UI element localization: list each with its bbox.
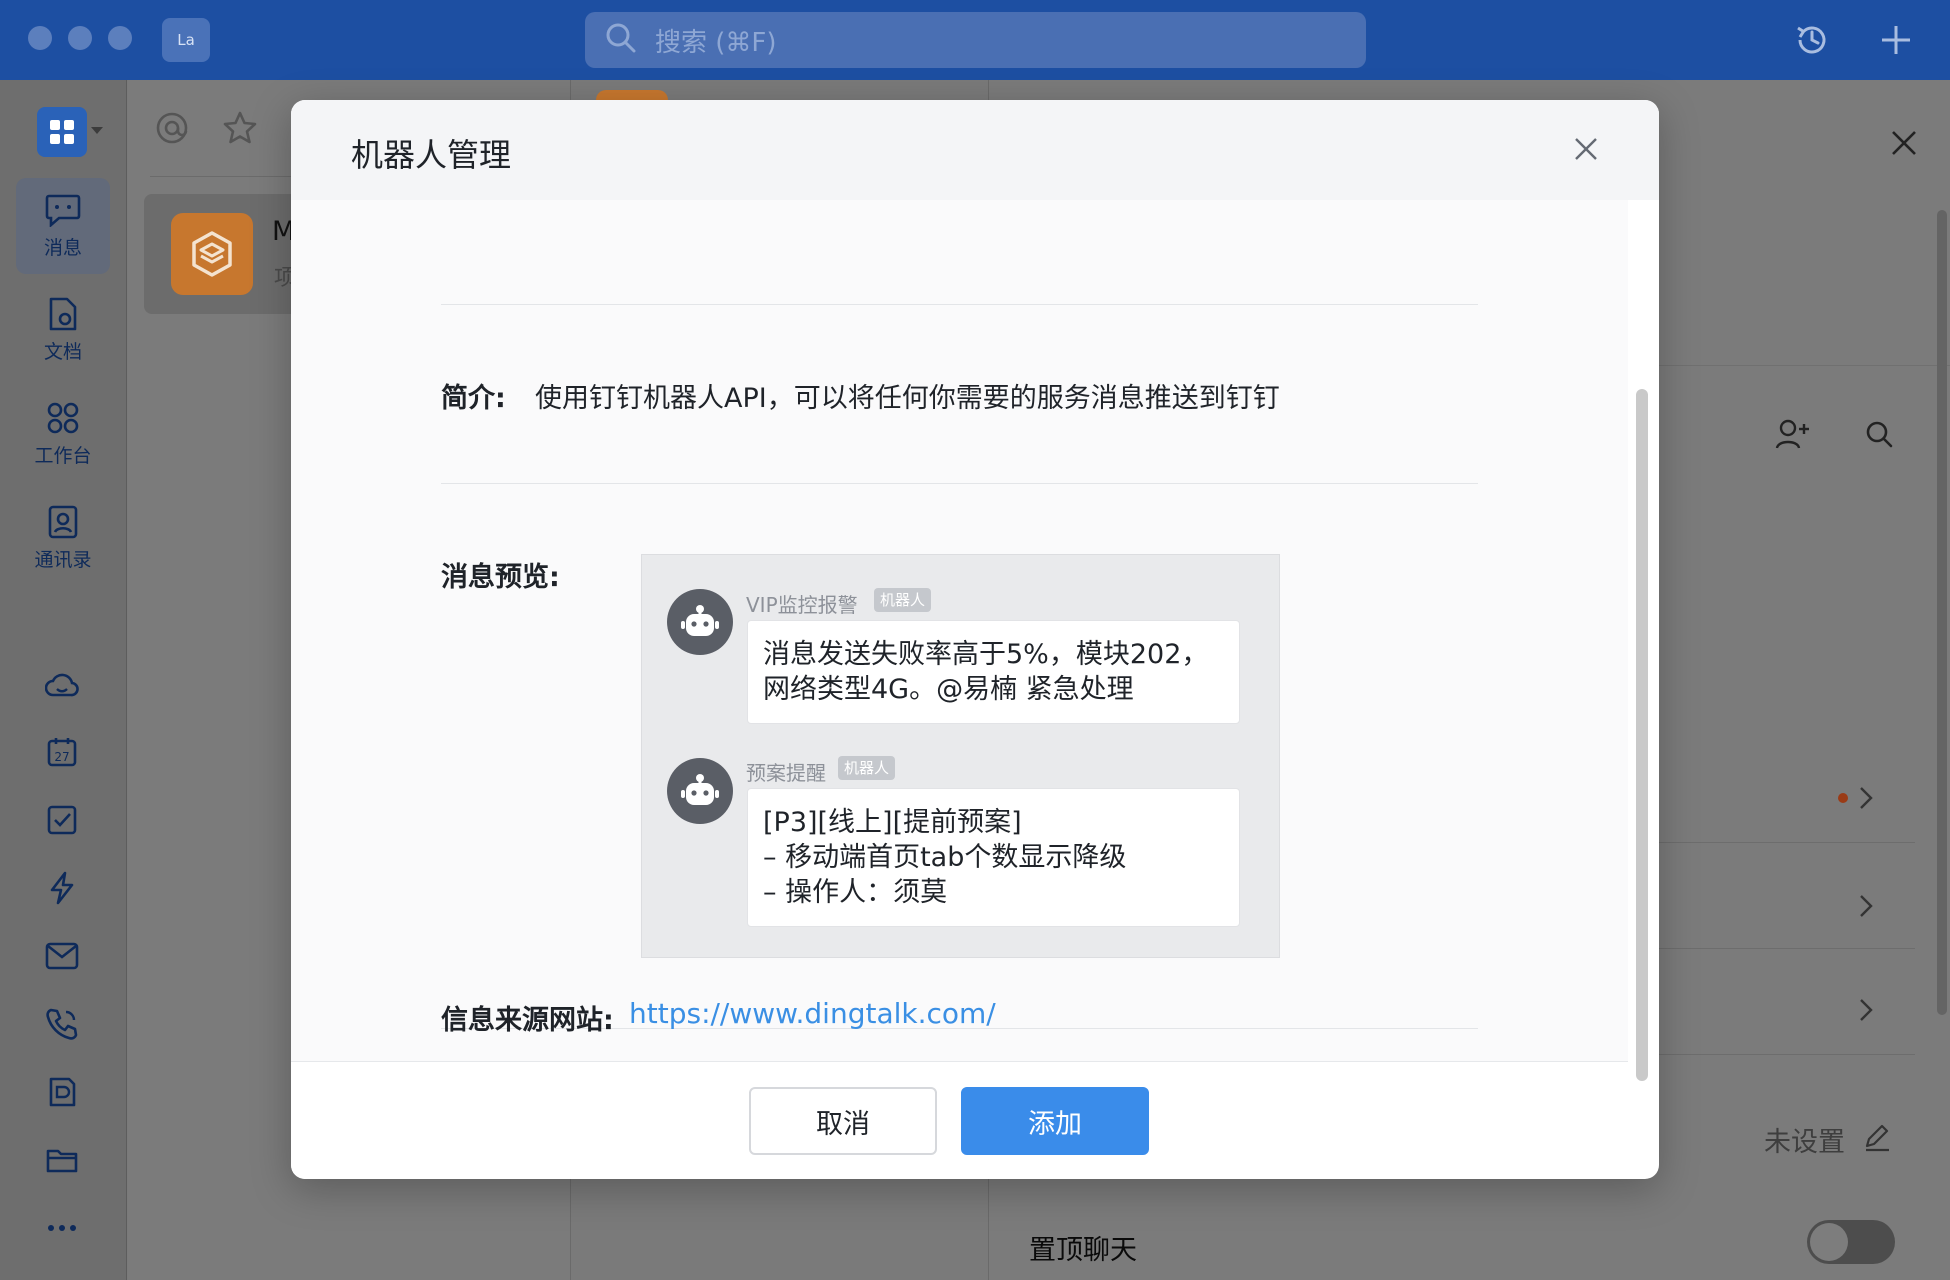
calendar-icon[interactable]: 27 (40, 730, 84, 774)
source-link[interactable]: https://www.dingtalk.com/ (629, 997, 996, 1030)
cloud-icon[interactable] (40, 662, 84, 706)
window-close-dot[interactable] (28, 26, 52, 50)
add-member-icon[interactable] (1773, 414, 1813, 454)
search-icon[interactable] (1859, 414, 1899, 454)
divider (441, 304, 1478, 305)
plus-icon[interactable] (1874, 18, 1918, 62)
message-icon (45, 194, 81, 227)
todo-icon[interactable] (40, 798, 84, 842)
scrollbar[interactable] (1636, 389, 1648, 1081)
pin-chat-toggle[interactable] (1807, 1220, 1895, 1264)
search-icon (605, 22, 637, 58)
nav-item-contacts[interactable]: 通讯录 (16, 490, 110, 586)
edit-icon[interactable] (1863, 1124, 1891, 1152)
lightning-icon[interactable] (40, 866, 84, 910)
robot-management-dialog: 机器人管理 简介: 使用钉钉机器人API，可以将任何你需要的服务消息推送到钉钉 … (291, 100, 1659, 1179)
more-icon[interactable] (40, 1206, 84, 1250)
nav-item-messages[interactable]: 消息 (16, 178, 110, 274)
folder-icon[interactable] (40, 1138, 84, 1182)
phone-icon[interactable] (40, 1002, 84, 1046)
nav-label: 文档 (43, 340, 82, 363)
scrollbar[interactable] (1937, 210, 1947, 1015)
dialog-title: 机器人管理 (351, 136, 512, 174)
chevron-right-icon (1860, 999, 1873, 1021)
close-icon[interactable] (1889, 128, 1919, 158)
add-button[interactable]: 添加 (961, 1087, 1149, 1155)
unset-value: 未设置 (1764, 1127, 1845, 1158)
divider (441, 483, 1478, 484)
chevron-right-icon (1860, 787, 1873, 809)
cube-logo-icon (192, 231, 232, 277)
dialog-body: 简介: 使用钉钉机器人API，可以将任何你需要的服务消息推送到钉钉 消息预览: … (291, 200, 1628, 1061)
close-icon[interactable] (1571, 134, 1601, 164)
message-bubble: [P3][线上][提前预案] – 移动端首页tab个数显示降级 – 操作人：须莫 (747, 788, 1240, 927)
preview-label: 消息预览: (441, 562, 560, 593)
dialog-footer: 取消 添加 (291, 1061, 1628, 1179)
intro-label: 简介: (441, 383, 506, 414)
app-grid-button[interactable] (37, 107, 87, 157)
robot-badge: 机器人 (874, 588, 932, 612)
notes-icon[interactable] (40, 1070, 84, 1114)
robot-name: 预案提醒 (746, 761, 826, 785)
cancel-button[interactable]: 取消 (749, 1087, 937, 1155)
grid-icon (50, 120, 74, 144)
notification-dot (1838, 793, 1848, 803)
search-input[interactable]: 搜索 (⌘F) (585, 12, 1366, 68)
nav-label: 通讯录 (34, 548, 92, 571)
intro-text: 使用钉钉机器人API，可以将任何你需要的服务消息推送到钉钉 (535, 383, 1280, 414)
title-bar: La 搜索 (⌘F) (0, 0, 1950, 80)
robot-name: VIP监控报警 (746, 593, 858, 617)
window-zoom-dot[interactable] (108, 26, 132, 50)
history-icon[interactable] (1790, 18, 1834, 62)
robot-badge: 机器人 (838, 756, 896, 780)
left-navigation: 消息 文档 工作台 通讯录 27 (0, 80, 127, 1280)
robot-avatar (667, 758, 733, 824)
dialog-header: 机器人管理 (291, 100, 1659, 200)
star-icon[interactable] (222, 110, 258, 146)
calendar-day: 27 (54, 750, 69, 764)
source-label: 信息来源网站: (441, 1005, 614, 1036)
document-icon (49, 297, 77, 330)
chevron-right-icon (1860, 895, 1873, 917)
pin-chat-label: 置顶聊天 (1029, 1235, 1137, 1266)
mail-icon[interactable] (40, 934, 84, 978)
message-preview: VIP监控报警 机器人 消息发送失败率高于5%，模块202， 网络类型4G。@易… (641, 554, 1280, 958)
avatar (171, 213, 253, 295)
message-bubble: 消息发送失败率高于5%，模块202， 网络类型4G。@易楠 紧急处理 (747, 620, 1240, 724)
robot-icon (681, 774, 719, 805)
mention-icon[interactable] (154, 110, 190, 146)
workbench-icon (47, 402, 79, 433)
search-placeholder: 搜索 (⌘F) (655, 27, 777, 58)
nav-item-workbench[interactable]: 工作台 (16, 386, 110, 482)
window-minimize-dot[interactable] (68, 26, 92, 50)
contacts-icon (48, 505, 78, 538)
nav-label: 工作台 (34, 444, 92, 467)
nav-item-documents[interactable]: 文档 (16, 282, 110, 378)
robot-icon (681, 605, 719, 636)
workspace-badge[interactable]: La (162, 18, 210, 62)
chevron-down-icon[interactable] (91, 127, 103, 134)
nav-label: 消息 (43, 236, 82, 259)
robot-avatar (667, 589, 733, 655)
